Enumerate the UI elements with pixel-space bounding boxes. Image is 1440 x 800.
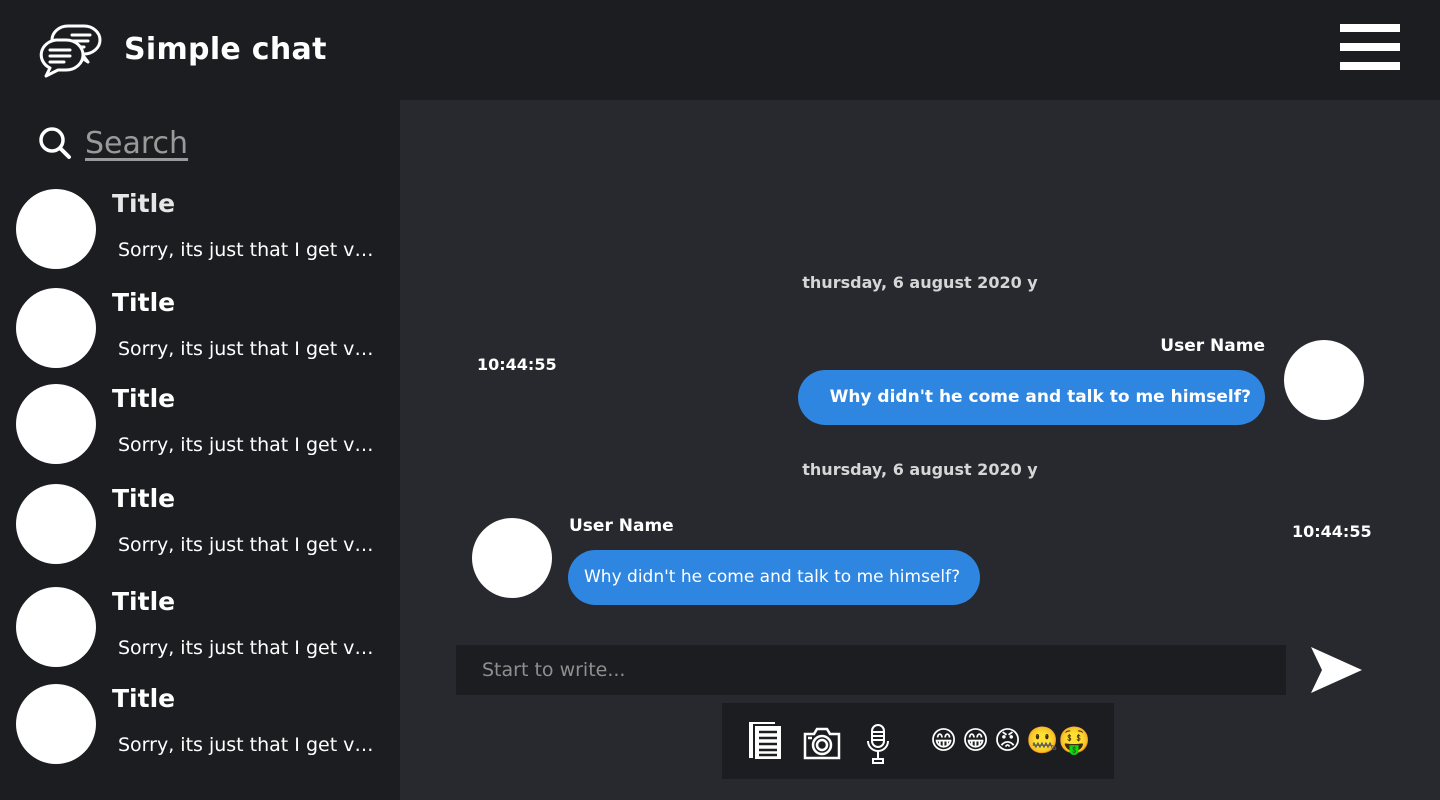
search-icon[interactable] <box>38 126 72 160</box>
contact-preview: Sorry, its just that I get very nervous … <box>118 338 382 360</box>
avatar <box>16 189 96 269</box>
chat-area: thursday, 6 august 2020 y 10:44:55 User … <box>400 100 1440 800</box>
search-input[interactable] <box>85 122 365 164</box>
contact-preview: Sorry, its just that I get very nervous … <box>118 534 382 556</box>
date-separator: thursday, 6 august 2020 y <box>802 273 1038 292</box>
contact-title: Title <box>112 288 176 317</box>
contact-item[interactable]: Title Sorry, its just that I get very ne… <box>0 684 400 774</box>
emoji-zipper-mouth[interactable]: 🤐 <box>1026 724 1058 758</box>
emoji-money-mouth[interactable]: 🤑 <box>1058 724 1090 758</box>
contact-item[interactable]: Title Sorry, its just that I get very ne… <box>0 587 400 677</box>
contact-item[interactable]: Title Sorry, its just that I get very ne… <box>0 189 400 279</box>
avatar <box>16 288 96 368</box>
avatar <box>16 684 96 764</box>
send-icon[interactable] <box>1308 645 1364 695</box>
message-time: 10:44:55 <box>1292 522 1372 541</box>
message-input[interactable] <box>456 645 1286 695</box>
document-icon[interactable] <box>748 721 784 761</box>
avatar <box>1284 340 1364 420</box>
camera-icon[interactable] <box>802 725 842 761</box>
emoji-grinning[interactable]: 😁 <box>930 724 957 758</box>
outgoing-message-bubble[interactable]: Why didn't he come and talk to me himsel… <box>797 370 1265 425</box>
contact-title: Title <box>112 384 176 413</box>
contact-preview: Sorry, its just that I get very nervous … <box>118 239 382 261</box>
contact-preview: Sorry, its just that I get very nervous … <box>118 734 382 756</box>
hamburger-menu-button[interactable] <box>1340 24 1400 70</box>
contact-title: Title <box>112 587 176 616</box>
avatar <box>16 484 96 564</box>
chat-logo-icon <box>39 24 102 78</box>
contact-item[interactable]: Title Sorry, its just that I get very ne… <box>0 484 400 574</box>
attachment-toolbar: 😁 😁 😡 🤐 🤑 <box>722 703 1114 779</box>
contact-title: Title <box>112 684 176 713</box>
contact-title: Title <box>112 484 176 513</box>
avatar <box>16 587 96 667</box>
microphone-icon[interactable] <box>866 723 890 765</box>
emoji-grinning[interactable]: 😁 <box>962 724 989 758</box>
app-title: Simple chat <box>124 32 327 67</box>
contact-item[interactable]: Title Sorry, its just that I get very ne… <box>0 288 400 378</box>
contact-item[interactable]: Title Sorry, its just that I get very ne… <box>0 384 400 474</box>
avatar <box>16 384 96 464</box>
contact-preview: Sorry, its just that I get very nervous … <box>118 637 382 659</box>
avatar <box>472 518 552 598</box>
message-time: 10:44:55 <box>477 355 557 374</box>
contact-preview: Sorry, its just that I get very nervous … <box>118 434 382 456</box>
message-user-name: User Name <box>1160 336 1265 356</box>
contact-title: Title <box>112 189 176 218</box>
date-separator: thursday, 6 august 2020 y <box>802 460 1038 479</box>
app-header: Simple chat <box>0 0 1440 100</box>
emoji-angry[interactable]: 😡 <box>994 724 1021 758</box>
message-user-name: User Name <box>569 516 674 536</box>
incoming-message-bubble[interactable]: Why didn't he come and talk to me himsel… <box>568 550 981 605</box>
